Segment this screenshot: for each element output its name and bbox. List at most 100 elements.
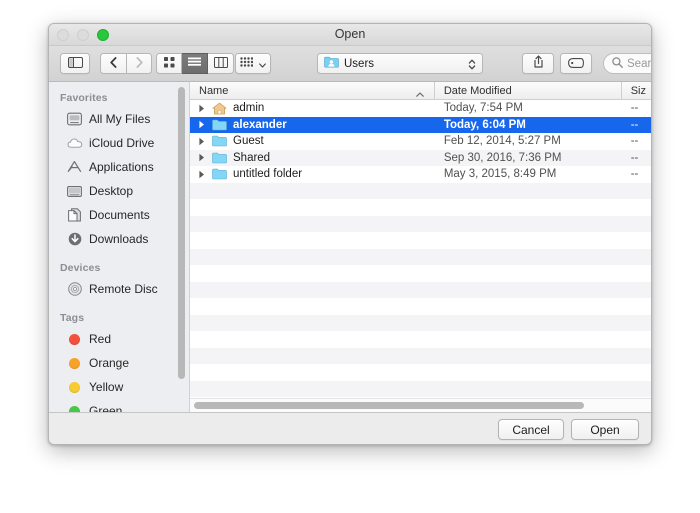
sidebar-item-label: Downloads — [89, 232, 149, 246]
search-icon — [612, 55, 623, 73]
empty-row — [190, 347, 651, 364]
navigation-buttons — [100, 53, 152, 74]
sidebar-toggle-button[interactable] — [60, 53, 90, 74]
arrange-grid-icon — [240, 55, 254, 73]
sidebar-item-label: Red — [89, 332, 112, 346]
open-button[interactable]: Open — [571, 419, 639, 440]
tag-button[interactable] — [560, 53, 592, 74]
triangle-right-icon[interactable] — [197, 166, 206, 182]
column-header-size[interactable]: Siz — [622, 82, 651, 100]
icloud-drive-icon — [66, 135, 83, 151]
horizontal-scrollbar-track[interactable] — [190, 398, 651, 412]
sidebar-item-tag-yellow[interactable]: Yellow — [49, 375, 189, 399]
sidebar-item-remote-disc[interactable]: Remote Disc — [49, 277, 189, 301]
table-row[interactable]: alexander Today, 6:04 PM -- — [190, 116, 651, 133]
triangle-right-icon[interactable] — [197, 133, 206, 149]
tag-dot-icon — [66, 403, 83, 412]
list-view-icon — [188, 55, 201, 73]
desktop-icon — [66, 183, 83, 199]
tag-dot-icon — [66, 331, 83, 347]
sidebar-item-label: All My Files — [89, 112, 151, 126]
file-date-cell: Today, 7:54 PM — [443, 102, 523, 115]
sidebar-section-header-tags: Tags — [60, 312, 85, 324]
sidebar-item-label: iCloud Drive — [89, 136, 155, 150]
table-row[interactable]: Shared Sep 30, 2016, 7:36 PM -- — [190, 149, 651, 166]
triangle-right-icon[interactable] — [197, 117, 206, 133]
file-date-cell: Sep 30, 2016, 7:36 PM — [443, 151, 562, 164]
column-view-button[interactable] — [208, 53, 234, 74]
column-header-name[interactable]: Name — [190, 82, 435, 100]
empty-row — [190, 380, 651, 397]
sidebar-item-tag-green[interactable]: Green — [49, 399, 189, 412]
chevron-right-icon — [135, 55, 143, 73]
tag-icon — [568, 55, 584, 73]
sidebar-item-label: Orange — [89, 356, 130, 370]
triangle-right-icon[interactable] — [197, 150, 206, 166]
back-button[interactable] — [100, 53, 126, 74]
table-row[interactable]: admin Today, 7:54 PM -- — [190, 100, 651, 117]
sidebar-item-all-my-files[interactable]: All My Files — [49, 107, 189, 131]
file-name: Shared — [233, 151, 271, 164]
search-field[interactable]: Search — [603, 53, 652, 74]
file-date-cell: Feb 12, 2014, 5:27 PM — [443, 135, 561, 148]
file-list: Name Date Modified Siz admin Today, 7:54… — [190, 82, 651, 412]
table-row[interactable]: Guest Feb 12, 2014, 5:27 PM -- — [190, 133, 651, 150]
sidebar-item-label: Documents — [89, 208, 150, 222]
screenshot-root: Open Users Sear Favorites All My Files i… — [0, 0, 700, 513]
column-header-label: Name — [199, 84, 229, 97]
sidebar-item-documents[interactable]: Documents — [49, 203, 189, 227]
table-row[interactable]: untitled folder May 3, 2015, 8:49 PM -- — [190, 166, 651, 183]
file-size-cell: -- — [630, 168, 639, 181]
empty-row — [190, 232, 651, 249]
sidebar-item-tag-orange[interactable]: Orange — [49, 351, 189, 375]
dialog-body: Favorites All My Files iCloud Drive Appl… — [49, 82, 651, 412]
forward-button[interactable] — [126, 53, 152, 74]
arrange-by-button[interactable] — [235, 53, 271, 74]
chevron-left-icon — [110, 55, 117, 73]
sidebar-item-label: Applications — [89, 160, 154, 174]
share-icon — [533, 54, 544, 73]
sidebar-item-downloads[interactable]: Downloads — [49, 227, 189, 251]
empty-row — [190, 281, 651, 298]
icon-view-button[interactable] — [156, 53, 182, 74]
search-placeholder-text: Search — [627, 57, 652, 70]
column-view-icon — [213, 55, 228, 73]
share-button[interactable] — [522, 53, 554, 74]
updown-chevron-icon — [468, 58, 476, 71]
empty-row — [190, 182, 651, 199]
sidebar-item-desktop[interactable]: Desktop — [49, 179, 189, 203]
chevron-down-icon — [259, 55, 266, 73]
file-name: Guest — [233, 135, 264, 148]
downloads-icon — [66, 231, 83, 247]
file-name-cell: admin — [190, 100, 435, 116]
file-name-cell: alexander — [190, 117, 435, 133]
home-folder-icon — [212, 101, 228, 115]
sidebar-item-label: Green — [89, 404, 123, 412]
chevron-up-icon — [416, 88, 424, 100]
file-size-cell: -- — [630, 151, 639, 164]
sidebar-scrollbar[interactable] — [178, 87, 185, 379]
file-date-cell: Today, 6:04 PM — [443, 118, 526, 131]
sidebar-item-applications[interactable]: Applications — [49, 155, 189, 179]
triangle-right-icon[interactable] — [197, 100, 206, 116]
list-view-button[interactable] — [182, 53, 208, 74]
all-my-files-icon — [66, 111, 83, 127]
column-header-date-modified[interactable]: Date Modified — [435, 82, 622, 100]
sidebar-item-label: Yellow — [89, 380, 124, 394]
horizontal-scrollbar-thumb[interactable] — [194, 402, 584, 409]
file-rows: admin Today, 7:54 PM -- alexander Today,… — [190, 100, 651, 412]
file-name: alexander — [233, 118, 287, 131]
sidebar-item-label: Desktop — [89, 184, 134, 198]
open-dialog-window: Open Users Sear Favorites All My Files i… — [48, 23, 652, 445]
file-size-cell: -- — [630, 135, 639, 148]
folder-icon — [212, 151, 228, 165]
sidebar-item-tag-red[interactable]: Red — [49, 327, 189, 351]
empty-row — [190, 215, 651, 232]
cancel-button[interactable]: Cancel — [498, 419, 564, 440]
path-popup-button[interactable]: Users — [317, 53, 483, 74]
column-headers: Name Date Modified Siz — [190, 82, 651, 100]
tag-dot-icon — [66, 355, 83, 371]
sidebar-item-icloud-drive[interactable]: iCloud Drive — [49, 131, 189, 155]
file-size-cell: -- — [630, 102, 639, 115]
applications-icon — [66, 159, 83, 175]
